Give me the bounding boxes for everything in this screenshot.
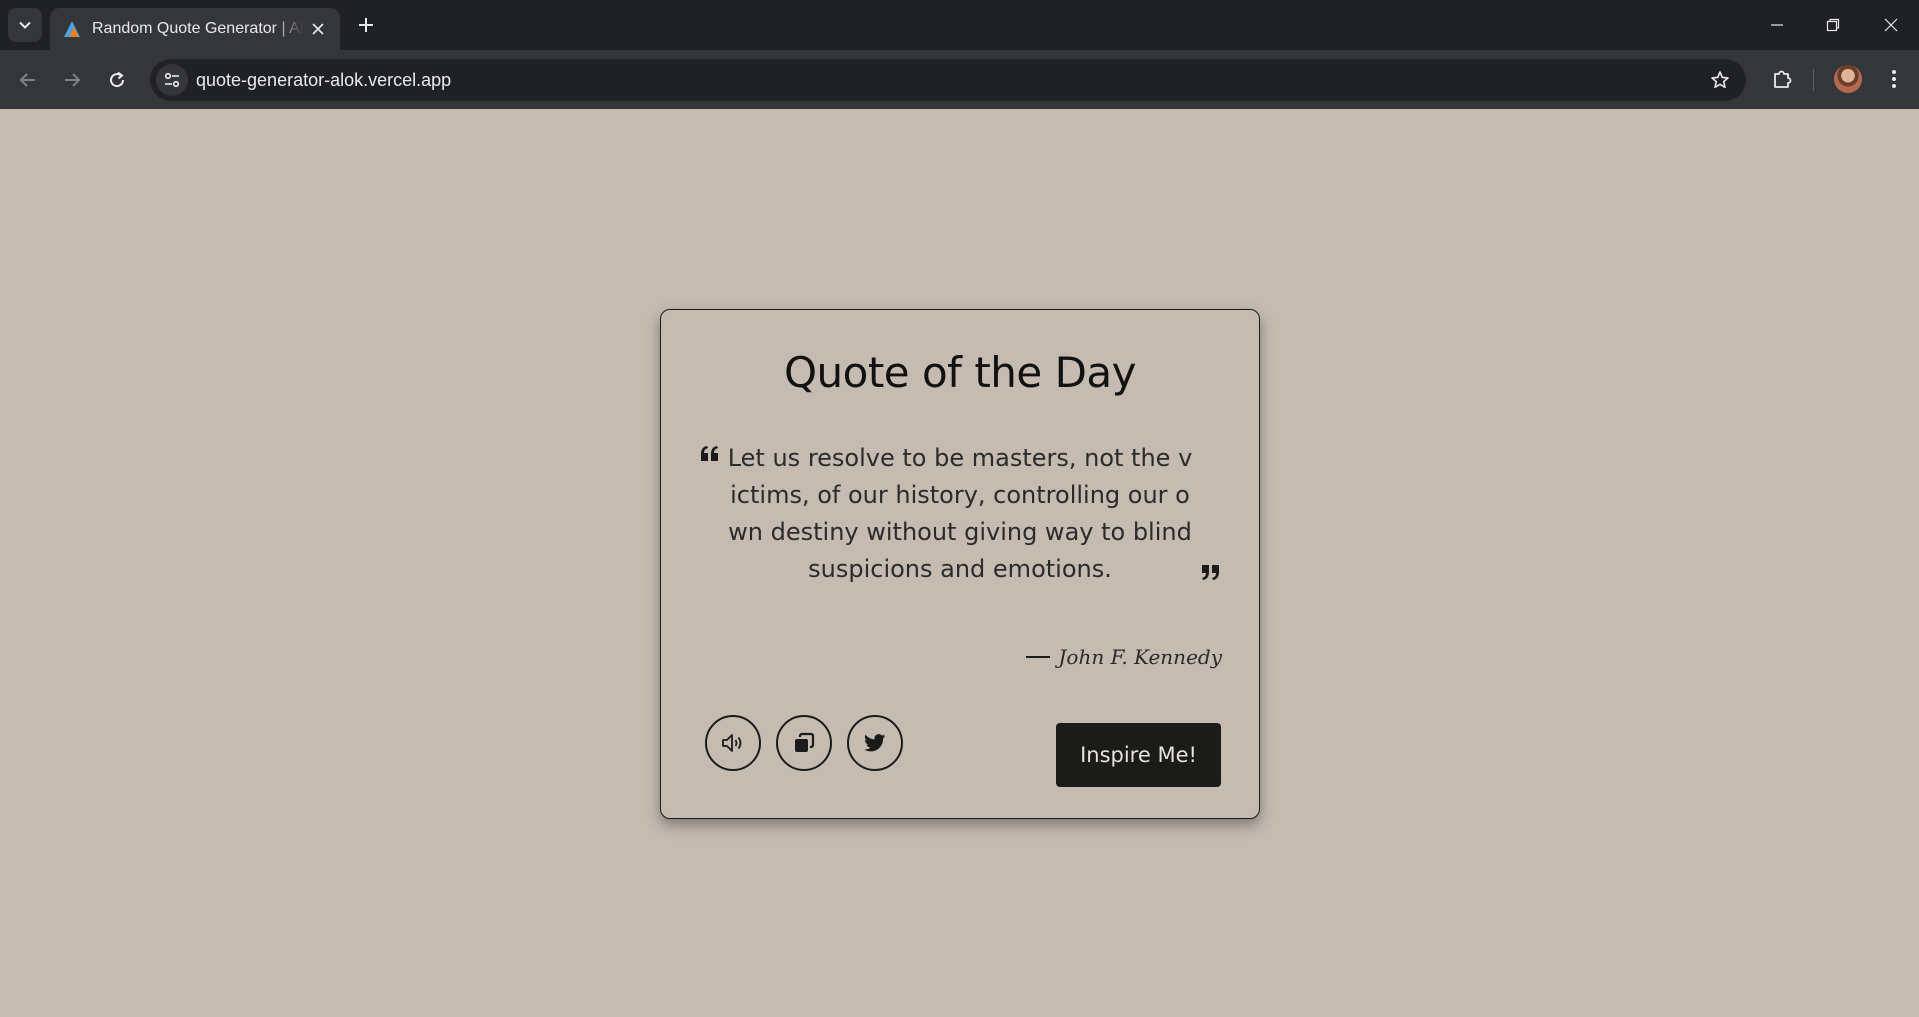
close-tab-icon[interactable] <box>308 19 328 39</box>
inspire-me-button[interactable]: Inspire Me! <box>1056 723 1221 787</box>
favicon-icon <box>62 19 82 39</box>
quote-right-icon <box>1201 564 1219 585</box>
reload-button[interactable] <box>103 66 131 94</box>
twitter-icon <box>864 734 886 752</box>
minimize-button[interactable] <box>1765 13 1789 37</box>
tune-icon <box>164 72 180 88</box>
browser-toolbar: quote-generator-alok.vercel.app <box>0 50 1919 109</box>
address-bar[interactable]: quote-generator-alok.vercel.app <box>150 59 1746 101</box>
new-tab-button[interactable] <box>354 13 378 37</box>
more-vertical-icon <box>1892 70 1896 88</box>
minimize-icon <box>1771 24 1783 26</box>
reload-icon <box>110 71 125 88</box>
profile-avatar[interactable] <box>1834 65 1862 93</box>
quote-card: Quote of the Day Let us resolve to be ma… <box>660 309 1260 819</box>
restore-icon <box>1826 18 1840 32</box>
site-info-button[interactable] <box>156 64 188 96</box>
forward-button[interactable] <box>58 66 86 94</box>
puzzle-icon <box>1774 70 1792 88</box>
tweet-button[interactable] <box>847 715 903 771</box>
extensions-button[interactable] <box>1768 65 1796 93</box>
back-button[interactable] <box>14 66 42 94</box>
author-row: John F. Kennedy <box>1026 645 1222 669</box>
browser-titlebar: Random Quote Generator | Alok Kumar <box>0 0 1919 50</box>
tab-title: Random Quote Generator | Alok Kumar <box>92 20 304 37</box>
author-name: John F. Kennedy <box>1058 645 1222 669</box>
star-icon <box>1711 71 1729 89</box>
tab-search-button[interactable] <box>8 8 42 42</box>
card-title: Quote of the Day <box>783 348 1137 397</box>
plus-icon <box>359 18 373 32</box>
speak-button[interactable] <box>705 715 761 771</box>
close-window-button[interactable] <box>1879 13 1903 37</box>
quote-left-icon <box>701 446 719 467</box>
url-text[interactable]: quote-generator-alok.vercel.app <box>196 70 451 91</box>
author-dash <box>1026 656 1051 658</box>
copy-icon <box>795 732 815 752</box>
forward-arrow-icon <box>65 73 81 87</box>
copy-button[interactable] <box>776 715 832 771</box>
browser-tab[interactable]: Random Quote Generator | Alok Kumar <box>50 8 340 50</box>
browser-menu-button[interactable] <box>1880 65 1908 93</box>
toolbar-divider <box>1813 69 1814 91</box>
bookmark-button[interactable] <box>1708 68 1732 92</box>
close-icon <box>1884 18 1898 32</box>
restore-button[interactable] <box>1821 13 1845 37</box>
back-arrow-icon <box>19 73 35 87</box>
quote-text: Let us resolve to be masters, not the vi… <box>727 444 1193 583</box>
chevron-down-icon <box>19 21 31 29</box>
speaker-icon <box>722 734 742 752</box>
